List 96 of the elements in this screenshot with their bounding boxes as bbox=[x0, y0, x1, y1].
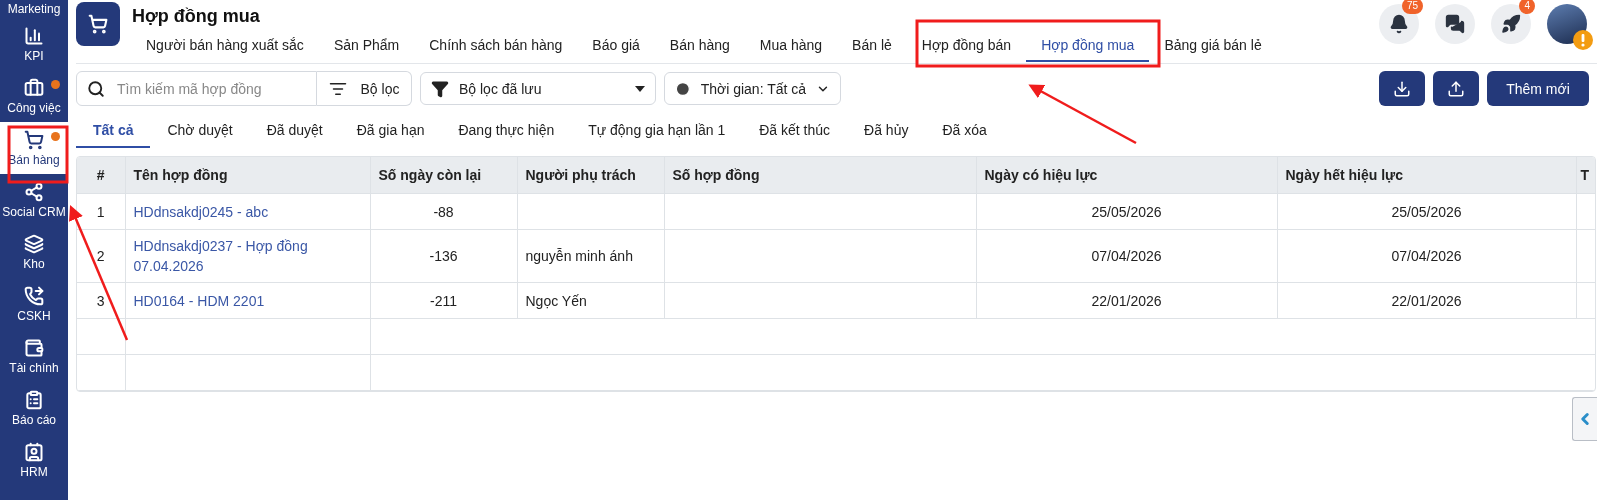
column-header: Ngày hết hiệu lực bbox=[1277, 157, 1576, 194]
share-icon bbox=[24, 181, 44, 202]
sidebar-label: CSKH bbox=[17, 308, 51, 323]
chat-button[interactable] bbox=[1435, 4, 1475, 44]
column-header: Tên hợp đồng bbox=[125, 157, 370, 194]
search-icon bbox=[87, 79, 105, 98]
search-field[interactable]: Tìm kiếm mã hợp đồng bbox=[76, 71, 317, 106]
contract-link[interactable]: HDdnsakdj0237 - Hợp đồng 07.04.2026 bbox=[133, 236, 362, 276]
sidebar-item[interactable]: Tài chính bbox=[0, 330, 68, 382]
nav-tab[interactable]: Sản Phẩm bbox=[318, 33, 415, 62]
sidebar-label: Kho bbox=[23, 256, 45, 271]
chat-icon bbox=[1445, 14, 1465, 34]
status-tab[interactable]: Tất cả bbox=[76, 118, 151, 148]
table-cell: 25/05/2026 bbox=[976, 193, 1277, 230]
sidebar-item[interactable]: HRM bbox=[0, 434, 68, 486]
cart-icon bbox=[88, 14, 108, 34]
table-cell: -136 bbox=[370, 229, 517, 283]
count-badge: 75 bbox=[1401, 0, 1423, 14]
upload-button[interactable] bbox=[1433, 71, 1479, 106]
status-tab[interactable]: Đã xóa bbox=[925, 118, 1004, 148]
status-tab[interactable]: Đã duyệt bbox=[249, 118, 340, 148]
rocket-icon bbox=[1501, 14, 1521, 34]
filter-button[interactable]: Bộ lọc bbox=[317, 71, 412, 106]
status-tab[interactable]: Đã hủy bbox=[847, 118, 926, 148]
wallet-icon bbox=[24, 337, 44, 358]
cart-icon bbox=[24, 129, 44, 150]
sidebar-label: Công việc bbox=[7, 100, 61, 115]
sidebar-label: Marketing bbox=[7, 2, 61, 16]
column-header: Người phụ trách bbox=[517, 157, 664, 194]
status-tab[interactable]: Chờ duyệt bbox=[150, 118, 250, 148]
table-cell: 1 bbox=[77, 193, 125, 230]
nav-tab[interactable]: Người bán hàng xuất sắc bbox=[131, 33, 319, 62]
add-new-button[interactable]: Thêm mới bbox=[1487, 71, 1589, 106]
contract-link[interactable]: HD0164 - HDM 2201 bbox=[133, 290, 265, 311]
table-cell: Ngọc Yến bbox=[517, 282, 664, 319]
nav-tab[interactable]: Mua hàng bbox=[744, 33, 838, 62]
nav-tab[interactable]: Bán hàng bbox=[654, 33, 745, 62]
status-tab[interactable]: Đã gia hạn bbox=[339, 118, 442, 148]
page-title: Hợp đồng mua bbox=[132, 6, 261, 27]
column-header: Số ngày còn lại bbox=[370, 157, 517, 194]
funnel-icon bbox=[431, 79, 449, 98]
avatar-photo-placeholder[interactable] bbox=[1547, 4, 1587, 44]
sidebar-label: Social CRM bbox=[2, 204, 66, 219]
table-cell: 07/04/2026 bbox=[976, 229, 1277, 283]
table-cell: 07/04/2026 bbox=[1277, 229, 1576, 283]
count-badge: 4 bbox=[1519, 0, 1535, 14]
upload-icon bbox=[1447, 79, 1465, 98]
nav-tab[interactable]: Hợp đồng bán bbox=[906, 33, 1027, 62]
column-header: Ngày có hiệu lực bbox=[976, 157, 1277, 194]
table-cell: 22/01/2026 bbox=[1277, 282, 1576, 319]
sidebar-item[interactable]: CSKH bbox=[0, 278, 68, 330]
annotation-frame bbox=[7, 125, 69, 184]
contract-link[interactable]: HDdnsakdj0245 - abc bbox=[133, 201, 269, 222]
id-card-icon bbox=[24, 441, 44, 462]
briefcase-icon bbox=[24, 77, 44, 98]
status-tab[interactable]: Đã kết thúc bbox=[742, 118, 848, 148]
warning-badge-icon bbox=[1573, 30, 1593, 50]
sidebar-label: HRM bbox=[20, 464, 48, 479]
sidebar-item[interactable]: Kho bbox=[0, 226, 68, 278]
table-cell: 2 bbox=[77, 229, 125, 283]
sidebar-item[interactable]: Marketing bbox=[0, 0, 68, 18]
sidebar-item[interactable]: KPI bbox=[0, 18, 68, 70]
table-cell: -88 bbox=[370, 193, 517, 230]
bell-icon bbox=[1389, 14, 1409, 34]
table-cell: 25/05/2026 bbox=[1277, 193, 1576, 230]
sidebar-item[interactable]: Công việc bbox=[0, 70, 68, 122]
sidebar-item[interactable]: Social CRM bbox=[0, 174, 68, 226]
status-tab[interactable]: Đang thực hiện bbox=[441, 118, 572, 148]
nav-tab[interactable]: Hợp đồng mua bbox=[1026, 33, 1150, 62]
column-header: Số hợp đồng bbox=[664, 157, 976, 194]
collapse-panel-tab[interactable] bbox=[1572, 397, 1597, 441]
column-header: # bbox=[77, 157, 125, 194]
download-button[interactable] bbox=[1379, 71, 1425, 106]
search-input[interactable]: Tìm kiếm mã hợp đồng bbox=[115, 79, 289, 98]
download-icon bbox=[1393, 79, 1411, 98]
phone-icon bbox=[24, 285, 44, 306]
saved-filter-dropdown[interactable]: Bộ lọc đã lưu bbox=[420, 72, 656, 105]
sidebar-label: KPI bbox=[24, 48, 44, 63]
status-tab[interactable]: Tự động gia hạn lần 1 bbox=[571, 118, 743, 148]
table-cell: 3 bbox=[77, 282, 125, 319]
table-cell: -211 bbox=[370, 282, 517, 319]
nav-tab[interactable]: Bảng giá bán lẻ bbox=[1149, 33, 1277, 62]
time-filter-dropdown[interactable]: Thời gian: Tất cả bbox=[664, 72, 841, 105]
table-cell: 22/01/2026 bbox=[976, 282, 1277, 319]
bar-chart-icon bbox=[24, 25, 44, 46]
nav-tab[interactable]: Bán lẻ bbox=[837, 33, 907, 62]
column-header: T bbox=[1576, 157, 1595, 194]
table-cell: nguyễn minh ánh bbox=[517, 229, 664, 283]
nav-tab[interactable]: Chính sách bán hàng bbox=[414, 33, 578, 62]
caret-icon bbox=[635, 85, 645, 92]
sidebar-item[interactable]: Báo cáo bbox=[0, 382, 68, 434]
nav-tab[interactable]: Báo giá bbox=[577, 33, 655, 62]
sidebar-label: Báo cáo bbox=[11, 412, 56, 427]
clipboard-icon bbox=[24, 389, 44, 410]
stack-icon bbox=[24, 233, 44, 254]
sidebar-label: Tài chính bbox=[9, 360, 59, 375]
